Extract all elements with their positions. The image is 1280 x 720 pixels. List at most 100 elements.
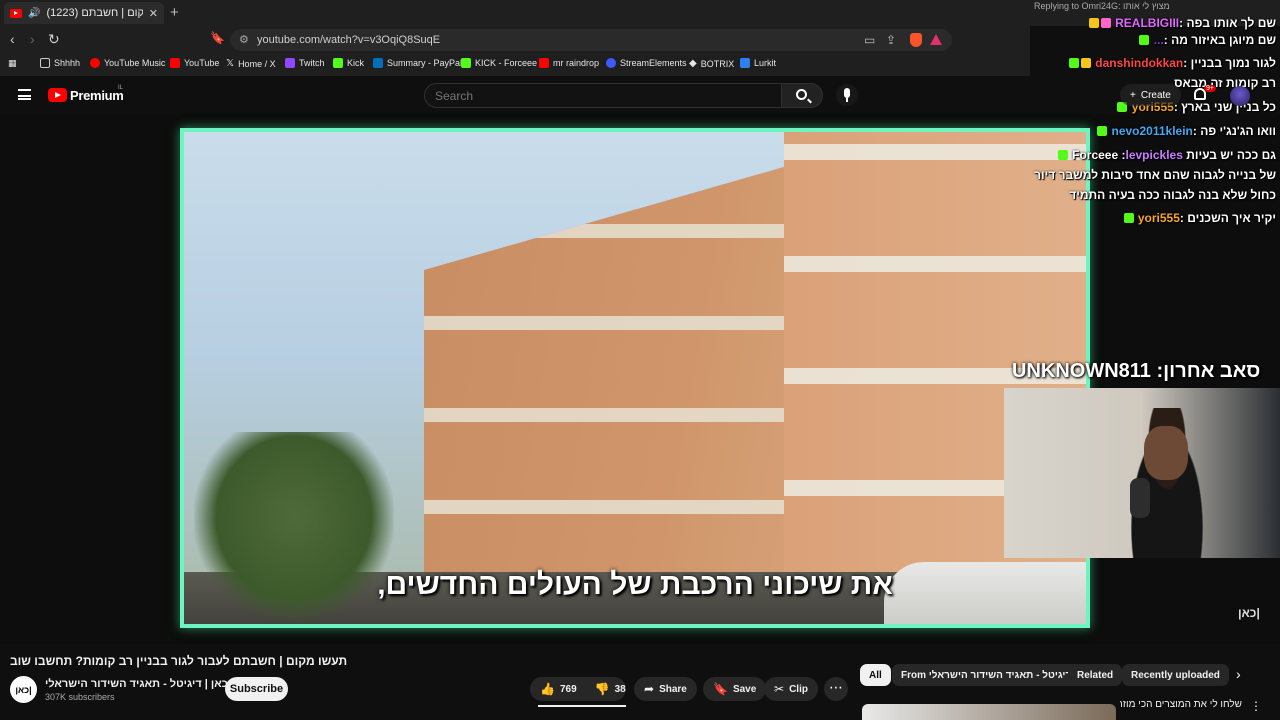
share-page-icon[interactable]: ⇪ — [886, 33, 896, 47]
create-button[interactable]: + Create — [1120, 84, 1181, 106]
bookmark-label: StreamElements — [620, 58, 687, 68]
create-label: Create — [1140, 89, 1171, 101]
url-text: youtube.com/watch?v=v3OqiQ8SuqE — [257, 34, 441, 46]
search-box[interactable] — [424, 83, 782, 108]
bookmark-item[interactable]: Kick — [333, 58, 364, 68]
video-frame[interactable]: את שיכוני הרכבת של העולים החדשים, — [180, 128, 1090, 628]
like-ratio-bar — [538, 705, 626, 707]
plus-icon: + — [1130, 89, 1136, 101]
share-icon: ➦ — [644, 682, 655, 696]
twitch-icon — [285, 58, 295, 68]
chat-user: REALBIGIII — [1115, 16, 1180, 30]
bookmark-item[interactable]: Lurkit — [740, 58, 776, 68]
last-sub-label: סאב אחרון: UNKNOWN811 — [1012, 360, 1261, 382]
chip-related[interactable]: Related — [1068, 664, 1123, 686]
cast-icon[interactable]: ▭ — [864, 33, 875, 47]
new-tab-icon[interactable]: + — [170, 4, 179, 21]
share-button[interactable]: ➦ Share — [634, 677, 697, 701]
subscribe-button[interactable]: Subscribe — [225, 677, 288, 701]
clip-button[interactable]: ✂ Clip — [764, 677, 818, 701]
dislike-icon[interactable]: 👎 — [595, 682, 610, 696]
logo-text[interactable]: Premium — [70, 88, 124, 103]
channel-name-text: כאן | דיגיטל - תאגיד השידור הישראלי — [45, 678, 228, 690]
chat-user: danshindokkan — [1095, 56, 1184, 70]
chat-user: ... — [1153, 33, 1164, 47]
chat-message: רב קומות זה מבאס — [1174, 76, 1276, 90]
back-icon[interactable]: ‹ — [10, 31, 15, 47]
bookmark-item[interactable]: ◆ BOTRIX — [689, 58, 734, 69]
bookmark-label: YouTube — [184, 58, 220, 68]
chevron-right-icon[interactable]: › — [1236, 666, 1241, 682]
brave-shields-icon[interactable] — [910, 33, 922, 47]
channel-avatar[interactable]: כאן| — [10, 676, 37, 703]
badge-icon — [1057, 150, 1068, 160]
bookmark-item[interactable]: YouTube — [170, 58, 219, 68]
save-label: Save — [732, 683, 757, 695]
chat-text: כל בניין שני בארץ — [1181, 100, 1276, 114]
botrix-icon: ◆ — [689, 58, 697, 69]
channel-name[interactable]: כאן | דיגיטל - תאגיד השידור הישראלי — [45, 678, 239, 690]
dislike-count[interactable]: 38 — [615, 684, 626, 695]
reload-icon[interactable]: ↻ — [48, 31, 60, 48]
chat-user: levpickles — [1125, 148, 1183, 162]
close-tab-icon[interactable]: ✕ — [149, 7, 158, 20]
recommended-thumbnail[interactable] — [862, 704, 1116, 720]
chip-recently-uploaded[interactable]: Recently uploaded — [1122, 664, 1229, 686]
bookmark-item[interactable]: Summary - PayPal — [373, 58, 462, 68]
bookmark-item[interactable]: Twitch — [285, 58, 325, 68]
bookmark-label: KICK - Forceee — [475, 58, 538, 68]
brave-rewards-icon[interactable] — [930, 34, 942, 45]
more-actions-icon[interactable]: ⋯ — [824, 677, 848, 701]
bookmark-label: Shhhh — [54, 58, 81, 68]
recommended-title[interactable]: שלחו לי את המוצרים הכי מוזרים — [1120, 699, 1242, 710]
x-logo-icon: 𝕏 — [226, 58, 235, 69]
bookmark-label: BOTRIX — [700, 58, 735, 69]
like-dislike-group: 👍 769 👎 38 — [530, 677, 626, 701]
streamelements-icon — [606, 58, 616, 68]
facecam — [1004, 388, 1280, 558]
tab-title: (1223) תעשו מקום | חשבתם — [46, 7, 143, 19]
site-info-icon[interactable]: ⚙ — [239, 33, 249, 46]
youtube-icon — [170, 58, 180, 68]
like-icon[interactable]: 👍 — [540, 682, 555, 696]
bookmark-item[interactable]: 𝕏 Home / X — [226, 58, 276, 69]
chip-all[interactable]: All — [860, 664, 891, 686]
menu-icon[interactable] — [18, 89, 31, 100]
account-avatar[interactable] — [1230, 86, 1250, 106]
like-count[interactable]: 769 — [560, 684, 577, 695]
bookmark-item[interactable]: YouTube Music — [90, 58, 165, 68]
browser-navbar: ‹ › ↻ 🔖 ⚙ youtube.com/watch?v=v3OqiQ8Suq… — [0, 26, 1030, 54]
chat-message: גם ככה יש בעיות Forceee :levpickles — [1057, 148, 1276, 162]
video-title: תעשו מקום | חשבתם לעבור לגור בבניין רב ק… — [10, 654, 348, 668]
bookmark-item[interactable]: Shhhh — [40, 58, 80, 68]
search-button[interactable] — [781, 83, 823, 108]
bookmarks-bar: ▦ Shhhh YouTube Music YouTube 𝕏 Home / X … — [0, 54, 1030, 76]
forward-icon[interactable]: › — [30, 31, 35, 47]
badge-icon — [1123, 213, 1134, 223]
apps-grid-icon[interactable]: ▦ — [8, 58, 17, 69]
browser-tab[interactable]: 🔊 (1223) תעשו מקום | חשבתם ✕ — [4, 2, 164, 24]
address-bar[interactable]: ⚙ youtube.com/watch?v=v3OqiQ8SuqE ▭ ⇪ — [230, 29, 952, 51]
speaker-icon[interactable]: 🔊 — [28, 8, 40, 19]
kebab-menu-icon[interactable]: ⋮ — [1250, 699, 1262, 713]
search-input[interactable] — [435, 89, 755, 103]
badge-icon — [1080, 58, 1091, 68]
youtube-icon — [539, 58, 549, 68]
chat-text: לגור נמוך בבניין — [1190, 56, 1276, 70]
chat-message: לגור נמוך בבניין :danshindokkan — [1068, 56, 1276, 70]
voice-search-icon[interactable] — [836, 84, 858, 106]
bookmark-label: mr raindrop — [553, 58, 600, 68]
scissors-icon: ✂ — [774, 682, 785, 696]
bookmark-item[interactable]: KICK - Forceee — [461, 58, 537, 68]
chat-text: רב קומות זה מבאס — [1174, 76, 1276, 90]
save-button[interactable]: 🔖 Save — [703, 677, 767, 701]
bookmark-label: Home / X — [238, 58, 276, 69]
youtube-logo-icon[interactable] — [48, 88, 67, 102]
bookmark-item[interactable]: mr raindrop — [539, 58, 599, 68]
badge-icon — [1068, 58, 1079, 68]
bookmark-page-icon[interactable]: 🔖 — [210, 31, 225, 45]
chat-message: שם מיוגן באיזור מה :... — [1138, 33, 1276, 47]
kick-icon — [461, 58, 471, 68]
badge-icon — [1139, 35, 1150, 45]
bookmark-item[interactable]: StreamElements — [606, 58, 687, 68]
